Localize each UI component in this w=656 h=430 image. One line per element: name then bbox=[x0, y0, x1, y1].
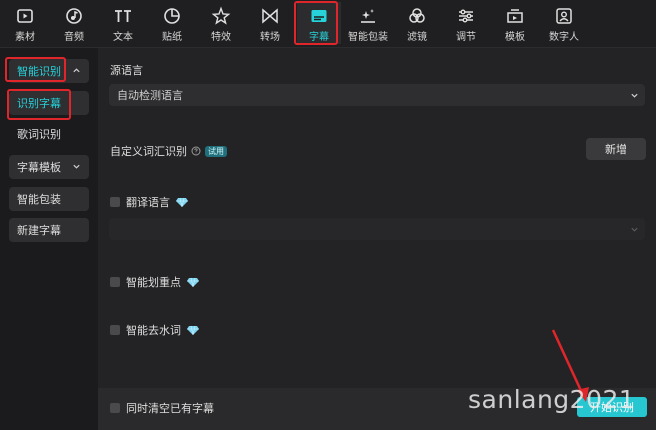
tool-caption[interactable]: 字幕 bbox=[297, 2, 341, 44]
sidebar-item-label: 智能识别 bbox=[17, 65, 61, 78]
tool-media[interactable]: 素材 bbox=[3, 2, 47, 44]
custom-vocab-label: 自定义词汇识别 bbox=[110, 145, 187, 158]
tool-label: 转场 bbox=[260, 32, 280, 43]
diamond-icon bbox=[176, 197, 188, 207]
chevron-up-icon bbox=[73, 68, 80, 73]
sidebar-item-label: 新建字幕 bbox=[17, 224, 61, 237]
tool-audio[interactable]: 音频 bbox=[52, 2, 96, 44]
sidebar-item-label: 智能包装 bbox=[17, 193, 61, 206]
highlight-label: 智能划重点 bbox=[126, 276, 181, 289]
translate-checkbox[interactable] bbox=[110, 197, 120, 207]
tool-transition[interactable]: 转场 bbox=[248, 2, 292, 44]
sidebar-smart-recognition[interactable]: 智能识别 bbox=[9, 59, 89, 83]
text-icon bbox=[115, 10, 131, 22]
clear-existing-label: 同时清空已有字幕 bbox=[126, 402, 214, 415]
filter-icon bbox=[409, 8, 425, 23]
transition-icon bbox=[262, 8, 278, 24]
sidebar-item-label: 识别字幕 bbox=[17, 97, 61, 110]
tool-smart-pack[interactable]: 智能包装 bbox=[346, 2, 390, 44]
bottom-action-bar: 同时清空已有字幕 bbox=[98, 388, 656, 430]
media-icon bbox=[17, 9, 33, 23]
sidebar: 智能识别 识别字幕 歌词识别 字幕模板 智能包装 新建字幕 bbox=[0, 48, 97, 430]
tool-effects[interactable]: 特效 bbox=[199, 2, 243, 44]
chevron-down-icon bbox=[631, 227, 638, 232]
tool-digital-human[interactable]: 数字人 bbox=[542, 2, 586, 44]
tool-label: 数字人 bbox=[549, 32, 579, 43]
sidebar-smart-pack[interactable]: 智能包装 bbox=[9, 187, 89, 211]
chevron-down-icon bbox=[631, 93, 638, 98]
tool-label: 模板 bbox=[505, 32, 525, 43]
template-icon bbox=[507, 9, 523, 23]
clear-existing-checkbox[interactable] bbox=[110, 403, 120, 413]
help-icon[interactable] bbox=[191, 146, 201, 156]
top-toolbar: 素材 音频 文本 贴纸 特效 转场 字幕 智能包装 滤镜 调节 模板 数字人 bbox=[0, 0, 656, 48]
highlight-row: 智能划重点 bbox=[110, 274, 199, 290]
adjust-icon bbox=[459, 9, 473, 23]
tool-label: 字幕 bbox=[309, 32, 329, 43]
diamond-icon bbox=[187, 325, 199, 335]
smart-pack-icon bbox=[361, 9, 375, 23]
sticker-icon bbox=[164, 8, 180, 24]
effects-icon bbox=[211, 6, 231, 25]
tool-label: 特效 bbox=[211, 32, 231, 43]
target-language-select[interactable] bbox=[109, 218, 645, 240]
clear-existing-row: 同时清空已有字幕 bbox=[110, 400, 214, 416]
tool-label: 文本 bbox=[113, 32, 133, 43]
caption-icon bbox=[311, 10, 327, 22]
tool-label: 调节 bbox=[456, 32, 476, 43]
tool-label: 滤镜 bbox=[407, 32, 427, 43]
tool-adjust[interactable]: 调节 bbox=[444, 2, 488, 44]
tool-text[interactable]: 文本 bbox=[101, 2, 145, 44]
main-panel: 源语言 自动检测语言 自定义词汇识别 试用 新增 翻译语言 智能划重点 智能去水… bbox=[98, 48, 656, 430]
sidebar-item-label: 字幕模板 bbox=[17, 161, 61, 174]
tool-filter[interactable]: 滤镜 bbox=[395, 2, 439, 44]
sidebar-lyrics-recognition[interactable]: 歌词识别 bbox=[9, 122, 89, 146]
sidebar-item-label: 歌词识别 bbox=[17, 128, 61, 141]
diamond-icon bbox=[187, 277, 199, 287]
source-language-select[interactable]: 自动检测语言 bbox=[109, 84, 645, 106]
tool-label: 音频 bbox=[64, 32, 84, 43]
start-recognition-button[interactable]: 开始识别 bbox=[577, 397, 647, 417]
source-language-value: 自动检测语言 bbox=[117, 89, 183, 102]
tool-label: 素材 bbox=[15, 32, 35, 43]
filler-row: 智能去水词 bbox=[110, 322, 199, 338]
sidebar-caption-template[interactable]: 字幕模板 bbox=[9, 155, 89, 179]
filler-label: 智能去水词 bbox=[126, 324, 181, 337]
chevron-down-icon bbox=[73, 164, 80, 169]
highlight-checkbox[interactable] bbox=[110, 277, 120, 287]
tool-label: 智能包装 bbox=[348, 32, 388, 43]
trial-badge: 试用 bbox=[205, 145, 227, 157]
digital-human-icon bbox=[556, 8, 572, 24]
add-vocab-button[interactable]: 新增 bbox=[586, 138, 646, 160]
filler-checkbox[interactable] bbox=[110, 325, 120, 335]
audio-icon bbox=[66, 8, 82, 24]
translate-label: 翻译语言 bbox=[126, 196, 170, 209]
source-language-label: 源语言 bbox=[110, 64, 143, 77]
tool-label: 贴纸 bbox=[162, 32, 182, 43]
tool-sticker[interactable]: 贴纸 bbox=[150, 2, 194, 44]
custom-vocab-row: 自定义词汇识别 试用 bbox=[110, 143, 227, 159]
sidebar-new-caption[interactable]: 新建字幕 bbox=[9, 218, 89, 242]
translate-row: 翻译语言 bbox=[110, 194, 188, 210]
tool-template[interactable]: 模板 bbox=[493, 2, 537, 44]
sidebar-recognize-caption[interactable]: 识别字幕 bbox=[9, 91, 89, 115]
